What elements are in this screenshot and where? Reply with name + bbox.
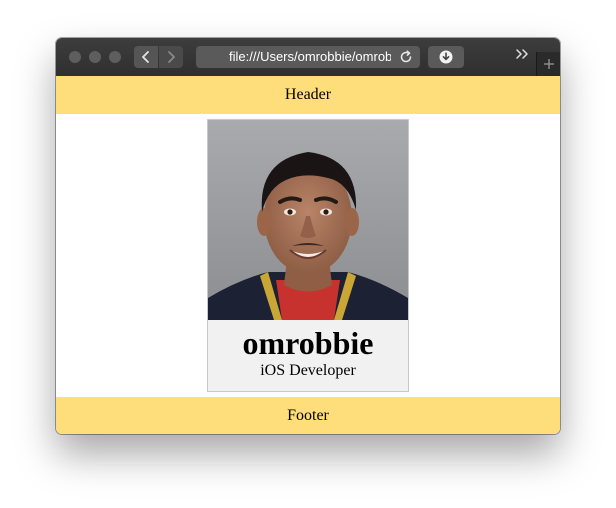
minimize-window-button[interactable] <box>89 51 101 63</box>
profile-photo <box>208 120 408 320</box>
toolbar-overflow-button[interactable] <box>514 48 530 64</box>
reload-icon[interactable] <box>398 49 414 65</box>
new-tab-button[interactable] <box>536 52 560 76</box>
page-content: omrobbie iOS Developer <box>56 114 560 397</box>
plus-icon <box>544 59 554 69</box>
chevron-right-icon <box>168 51 175 63</box>
browser-toolbar: file:///Users/omrobbie/omrobbie <box>56 38 560 77</box>
chevron-left-icon <box>142 51 149 63</box>
zoom-window-button[interactable] <box>109 51 121 63</box>
back-button[interactable] <box>134 46 158 68</box>
download-icon <box>439 50 453 64</box>
address-url: file:///Users/omrobbie/omrobbie <box>229 49 391 64</box>
downloads-button[interactable] <box>428 46 464 68</box>
person-portrait <box>208 120 408 320</box>
page-header: Header <box>56 76 560 114</box>
address-bar[interactable]: file:///Users/omrobbie/omrobbie <box>196 46 420 68</box>
profile-name: omrobbie <box>242 325 374 361</box>
browser-window: file:///Users/omrobbie/omrobbie Header <box>56 38 560 434</box>
profile-role: iOS Developer <box>260 362 356 379</box>
profile-card: omrobbie iOS Developer <box>207 119 409 392</box>
close-window-button[interactable] <box>69 51 81 63</box>
page-footer: Footer <box>56 397 560 434</box>
forward-button[interactable] <box>159 46 183 68</box>
double-chevron-right-icon <box>516 49 528 59</box>
